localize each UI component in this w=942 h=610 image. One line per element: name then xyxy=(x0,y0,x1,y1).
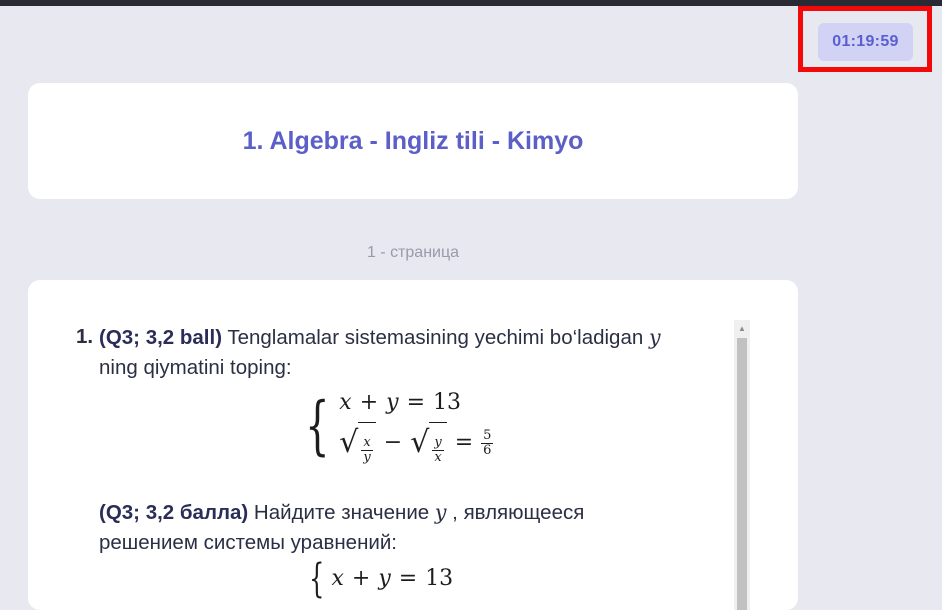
equation-1: x + y = 13 xyxy=(339,389,462,415)
equation-system: { x + y = 13 √ xy − √ y x = 5 6 xyxy=(59,387,731,465)
test-title: 1. Algebra - Ingliz tili - Kimyo xyxy=(242,126,584,155)
question-uz: (Q3; 3,2 ball) Tenglamalar sistemasining… xyxy=(76,322,731,465)
fraction-rhs: 56 xyxy=(481,427,494,458)
question-ru: (Q3; 3,2 балла) Найдите значение y , явл… xyxy=(76,497,731,602)
system-brace-2: { xyxy=(309,556,325,602)
question-text-ru-after: , являющееся xyxy=(446,501,585,524)
question-text-uz-line2: ning qiymatini toping: xyxy=(99,356,292,379)
sqrt-1: √ xy xyxy=(339,421,376,465)
question-number: 1. xyxy=(76,325,94,348)
question-text-uz: Tenglamalar sistemasining yechimi bo‘lad… xyxy=(222,326,649,349)
question-text-ru-line2: решением системы уравнений: xyxy=(99,531,398,554)
countdown-timer: 01:19:59 xyxy=(818,23,913,61)
equation-2: √ xy − √ yx = 56 xyxy=(339,421,494,465)
scroll-up-arrow-icon[interactable]: ▲ xyxy=(734,320,750,336)
question-scrollbar[interactable]: ▲ xyxy=(734,320,750,610)
question-text-ru: Найдите значение xyxy=(248,501,435,524)
page-label: 1 - страница xyxy=(366,244,460,261)
question-tag-uz: (Q3; 3,2 ball) xyxy=(99,326,223,349)
test-title-card: 1. Algebra - Ingliz tili - Kimyo xyxy=(28,83,798,199)
question-tag-ru: (Q3; 3,2 балла) xyxy=(99,501,249,524)
question-card: 1. (Q3; 3,2 ball) Tenglamalar sistemasin… xyxy=(28,280,798,610)
question-var-uz: y xyxy=(648,325,661,349)
system-brace: { xyxy=(304,389,330,463)
equation-system-2: { x + y = 13 xyxy=(304,556,731,602)
question-var-ru: y xyxy=(434,500,447,524)
timer-highlight-frame: 01:19:59 xyxy=(798,6,932,72)
question-content: 1. (Q3; 3,2 ball) Tenglamalar sistemasin… xyxy=(76,322,731,602)
sqrt-2: √ yx xyxy=(410,421,447,465)
scroll-thumb[interactable] xyxy=(737,338,747,610)
equation-2-1: x + y = 13 xyxy=(331,566,454,591)
